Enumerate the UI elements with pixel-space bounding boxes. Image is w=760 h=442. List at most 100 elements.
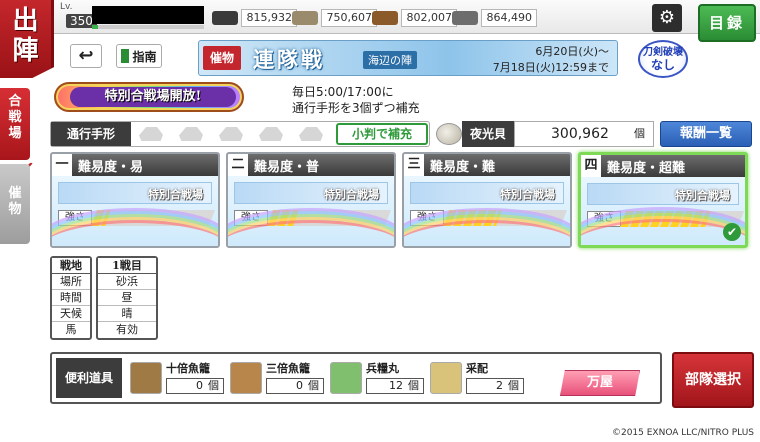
item-name: 采配 <box>466 362 488 375</box>
shell-icon <box>436 123 462 145</box>
item-count-value: 12 <box>389 379 403 392</box>
item-count-unit: 個 <box>508 379 519 392</box>
whetstone-icon <box>452 11 478 25</box>
pass-slot-icon <box>219 127 243 141</box>
guide-button[interactable]: 指南 <box>116 44 162 68</box>
tab-event-char-1: 催 <box>8 186 22 201</box>
battle-info-label-horse: 馬 <box>65 323 77 336</box>
item-count-unit: 個 <box>208 379 219 392</box>
copyright: ©2015 EXNOA LLC/NITRO PLUS <box>611 428 754 438</box>
exp-bar <box>92 25 204 29</box>
koban-refill-button[interactable]: 小判で補充 <box>336 123 428 145</box>
resource-whetstone: 864,490 <box>452 8 537 28</box>
back-button[interactable]: ↩ <box>70 44 102 68</box>
difficulty-card-4[interactable]: 四難易度・超難 特別合戦場 強さ ✔ <box>578 152 748 248</box>
battlefield-map-label: 特別合戦場 <box>675 189 730 202</box>
battle-info-column-title: 1戦目 <box>98 258 156 274</box>
pass-slot-icon <box>259 127 283 141</box>
battlefield-map-thumbnail: 特別合戦場 <box>587 183 739 205</box>
settings-gear-icon[interactable]: ⚙ <box>652 4 682 32</box>
shell-label: 夜光貝 <box>462 121 514 147</box>
battlefield-map-label: 特別合戦場 <box>148 188 203 201</box>
battle-info-value-weather: 晴 <box>98 306 156 322</box>
catalog-button[interactable]: 目録 <box>698 4 756 42</box>
item-slot-4[interactable]: 采配 2 個 <box>430 360 526 398</box>
item-count: 12 個 <box>366 378 424 394</box>
tab-battlefield-char-2: 戦 <box>8 110 22 125</box>
item-icon <box>230 362 262 394</box>
pass-slot-icon <box>139 127 163 141</box>
event-date-start: 6月20日(火)～ <box>535 45 609 58</box>
level-label: Lv. <box>60 2 73 12</box>
event-banner[interactable]: 催物 連隊戦 海辺の陣 6月20日(火)～ 7月18日(火)12:59まで <box>198 40 618 76</box>
resource-cooling-material-value: 802,007 <box>401 9 457 27</box>
battle-info-values: 1戦目 砂浜 昼 晴 有効 <box>96 256 158 340</box>
tab-event-char-2: 物 <box>8 202 22 217</box>
refill-info-line-2: 通行手形を3個ずつ補充 <box>292 101 420 115</box>
difficulty-number: 三 <box>404 154 424 176</box>
resource-whetstone-value: 864,490 <box>481 9 537 27</box>
battlefield-map-label: 特別合戦場 <box>500 188 555 201</box>
refill-info-line-1: 毎日5:00/17:00に <box>292 85 394 99</box>
battle-info-label-time: 時間 <box>52 290 90 306</box>
no-sword-break-badge[interactable]: 刀剣破壊 なし <box>638 40 688 78</box>
tab-battlefield-char-1: 合 <box>8 94 22 109</box>
item-name: 兵糧丸 <box>366 362 399 375</box>
battle-info-labels: 戦地 場所 時間 天候 馬 <box>50 256 92 340</box>
battle-info-value-horse: 有効 <box>116 323 138 336</box>
battlefield-map-thumbnail: 特別合戦場 <box>410 182 564 204</box>
difficulty-card-header: 一難易度・易 <box>52 154 218 176</box>
shell-count: 300,962 個 <box>514 121 654 147</box>
guide-button-label: 指南 <box>132 49 157 64</box>
resource-charcoal: 815,932 <box>212 8 297 28</box>
item-count: 2個 <box>466 378 524 394</box>
difficulty-number: 二 <box>228 154 248 176</box>
difficulty-title: 難易度・易 <box>78 159 144 175</box>
item-count: 0個 <box>166 378 224 394</box>
shell-unit: 個 <box>634 127 645 140</box>
difficulty-card-header: 三難易度・難 <box>404 154 570 176</box>
difficulty-card-body: 特別合戦場 強さ <box>404 176 570 246</box>
difficulty-card-header: 二難易度・普 <box>228 154 394 176</box>
item-name: 三倍魚籠 <box>266 362 310 375</box>
item-count-value: 0 <box>196 379 203 392</box>
cooling-material-icon <box>372 11 398 25</box>
tab-event[interactable]: 催 物 <box>0 164 30 244</box>
difficulty-card-body: 特別合戦場 強さ <box>52 176 218 246</box>
battlefield-map-thumbnail: 特別合戦場 <box>234 182 388 204</box>
difficulty-card-3[interactable]: 三難易度・難 特別合戦場 強さ <box>402 152 572 248</box>
item-count-unit: 個 <box>308 379 319 392</box>
guide-book-icon <box>121 49 130 63</box>
difficulty-number: 一 <box>52 154 72 176</box>
resource-charcoal-value: 815,932 <box>241 9 297 27</box>
player-level-block: Lv. 350 <box>52 2 207 30</box>
difficulty-number: 四 <box>581 155 601 177</box>
event-date-end: 7月18日(火)12:59まで <box>492 61 609 74</box>
difficulty-title: 難易度・難 <box>430 159 496 175</box>
item-name: 十倍魚籠 <box>166 362 210 375</box>
player-name-redacted <box>92 6 204 24</box>
selected-check-icon: ✔ <box>723 223 741 241</box>
party-select-button[interactable]: 部隊選択 <box>672 352 754 408</box>
event-title: 連隊戦 <box>253 47 325 72</box>
shop-button[interactable]: 万屋 <box>560 370 640 396</box>
difficulty-card-body: 特別合戦場 強さ <box>581 177 745 245</box>
item-slot-2[interactable]: 三倍魚籠 0 個 <box>230 360 326 398</box>
pass-slot-icon <box>299 127 323 141</box>
item-slot-3[interactable]: 兵糧丸 12 個 <box>330 360 426 398</box>
difficulty-card-1[interactable]: 一難易度・易 特別合戦場 強さ <box>50 152 220 248</box>
shell-value: 300,962 <box>551 126 609 142</box>
item-slot-1[interactable]: 十倍魚籠 0 個 <box>130 360 226 398</box>
item-icon <box>430 362 462 394</box>
battle-info-header: 戦地 <box>52 258 90 274</box>
tab-battlefield[interactable]: 合 戦 場 ✔ <box>0 88 34 176</box>
battle-info-value-time: 昼 <box>98 290 156 306</box>
difficulty-card-2[interactable]: 二難易度・普 特別合戦場 強さ <box>226 152 396 248</box>
resource-cooling-material: 802,007 <box>372 8 457 28</box>
difficulty-card-header: 四難易度・超難 <box>581 155 745 177</box>
item-count-value: 2 <box>496 379 503 392</box>
items-label: 便利道具 <box>56 358 122 398</box>
pass-slot-icon <box>179 127 203 141</box>
reward-list-button[interactable]: 報酬一覧 <box>660 121 752 147</box>
resource-tamahagane: 750,607 <box>292 8 377 28</box>
